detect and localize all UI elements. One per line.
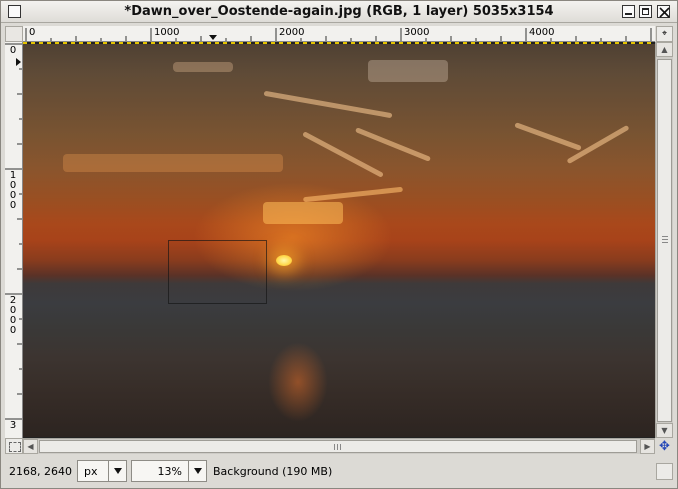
cloud-band [63,154,283,172]
minimize-button[interactable] [622,5,635,18]
image-window: *Dawn_over_Oostende-again.jpg (RGB, 1 la… [0,0,678,489]
navigation-button[interactable]: ✥ [656,439,673,454]
chevron-down-icon[interactable] [108,461,126,481]
pointer-coordinates: 2168, 2640 [9,465,72,478]
close-button[interactable] [657,5,670,18]
ruler-left-label: 3 [9,420,17,431]
close-icon [659,7,670,18]
arrow-left-icon: ◀ [27,442,34,451]
vertical-scrollbar[interactable]: ▲ ▼ [655,42,673,438]
image-canvas[interactable] [23,42,655,438]
horizontal-scrollbar[interactable]: ◀ ▶ [23,438,655,454]
horizontal-ruler-ticks [25,28,652,41]
ruler-left-label: 1000 [9,170,17,211]
ruler-top-label: 0 [29,27,36,38]
cloud-patch [368,60,448,82]
horizontal-ruler[interactable]: 0 1000 2000 3000 4000 [23,26,655,42]
scroll-down-button[interactable]: ▼ [656,423,673,438]
vertical-ruler[interactable]: 0 1000 2000 3 [5,42,23,438]
title-bar[interactable]: *Dawn_over_Oostende-again.jpg (RGB, 1 la… [1,1,677,23]
window-title: *Dawn_over_Oostende-again.jpg (RGB, 1 la… [124,4,554,19]
ruler-top-label: 1000 [154,27,180,38]
maximize-button[interactable] [639,5,652,18]
ruler-pointer-marker [209,35,217,40]
move-cross-icon: ✥ [659,439,670,454]
vertical-ruler-ticks [5,43,22,420]
image-boundary [23,42,655,44]
navigate-icon: ⌖ [661,29,668,39]
arrow-up-icon: ▲ [661,45,668,54]
quick-mask-toggle[interactable] [5,438,23,454]
scroll-left-button[interactable]: ◀ [23,439,38,454]
zoom-selector[interactable]: 13% [131,460,207,482]
unit-selector[interactable]: px [77,460,127,482]
navigate-button[interactable]: ⌖ [656,26,673,42]
sun-reflection [268,342,328,422]
scroll-up-button[interactable]: ▲ [656,42,673,57]
grip-icon [662,236,668,244]
cancel-button[interactable] [656,463,673,480]
ruler-left-label: 0 [9,45,17,56]
ruler-top-label: 3000 [404,27,430,38]
selection-rectangle[interactable] [168,240,267,304]
sun [276,255,292,266]
horizontal-scroll-thumb[interactable] [39,440,637,453]
arrow-down-icon: ▼ [661,426,668,435]
arrow-right-icon: ▶ [644,442,651,451]
grip-icon [334,444,342,450]
ruler-pointer-marker [16,58,21,66]
ruler-left-label: 2000 [9,295,17,336]
cloud-lit [263,202,343,224]
ruler-top-label: 2000 [279,27,305,38]
ruler-corner-button[interactable] [5,26,23,42]
zoom-value: 13% [157,465,182,478]
cloud-patch [173,62,233,72]
ruler-top-label: 4000 [529,27,555,38]
scroll-right-button[interactable]: ▶ [640,439,655,454]
vertical-scroll-thumb[interactable] [657,59,672,422]
status-message: Background (190 MB) [213,465,333,478]
chevron-down-icon[interactable] [188,461,206,481]
status-bar: 2168, 2640 px 13% Background (190 MB) [1,456,677,488]
unit-value: px [84,465,98,478]
